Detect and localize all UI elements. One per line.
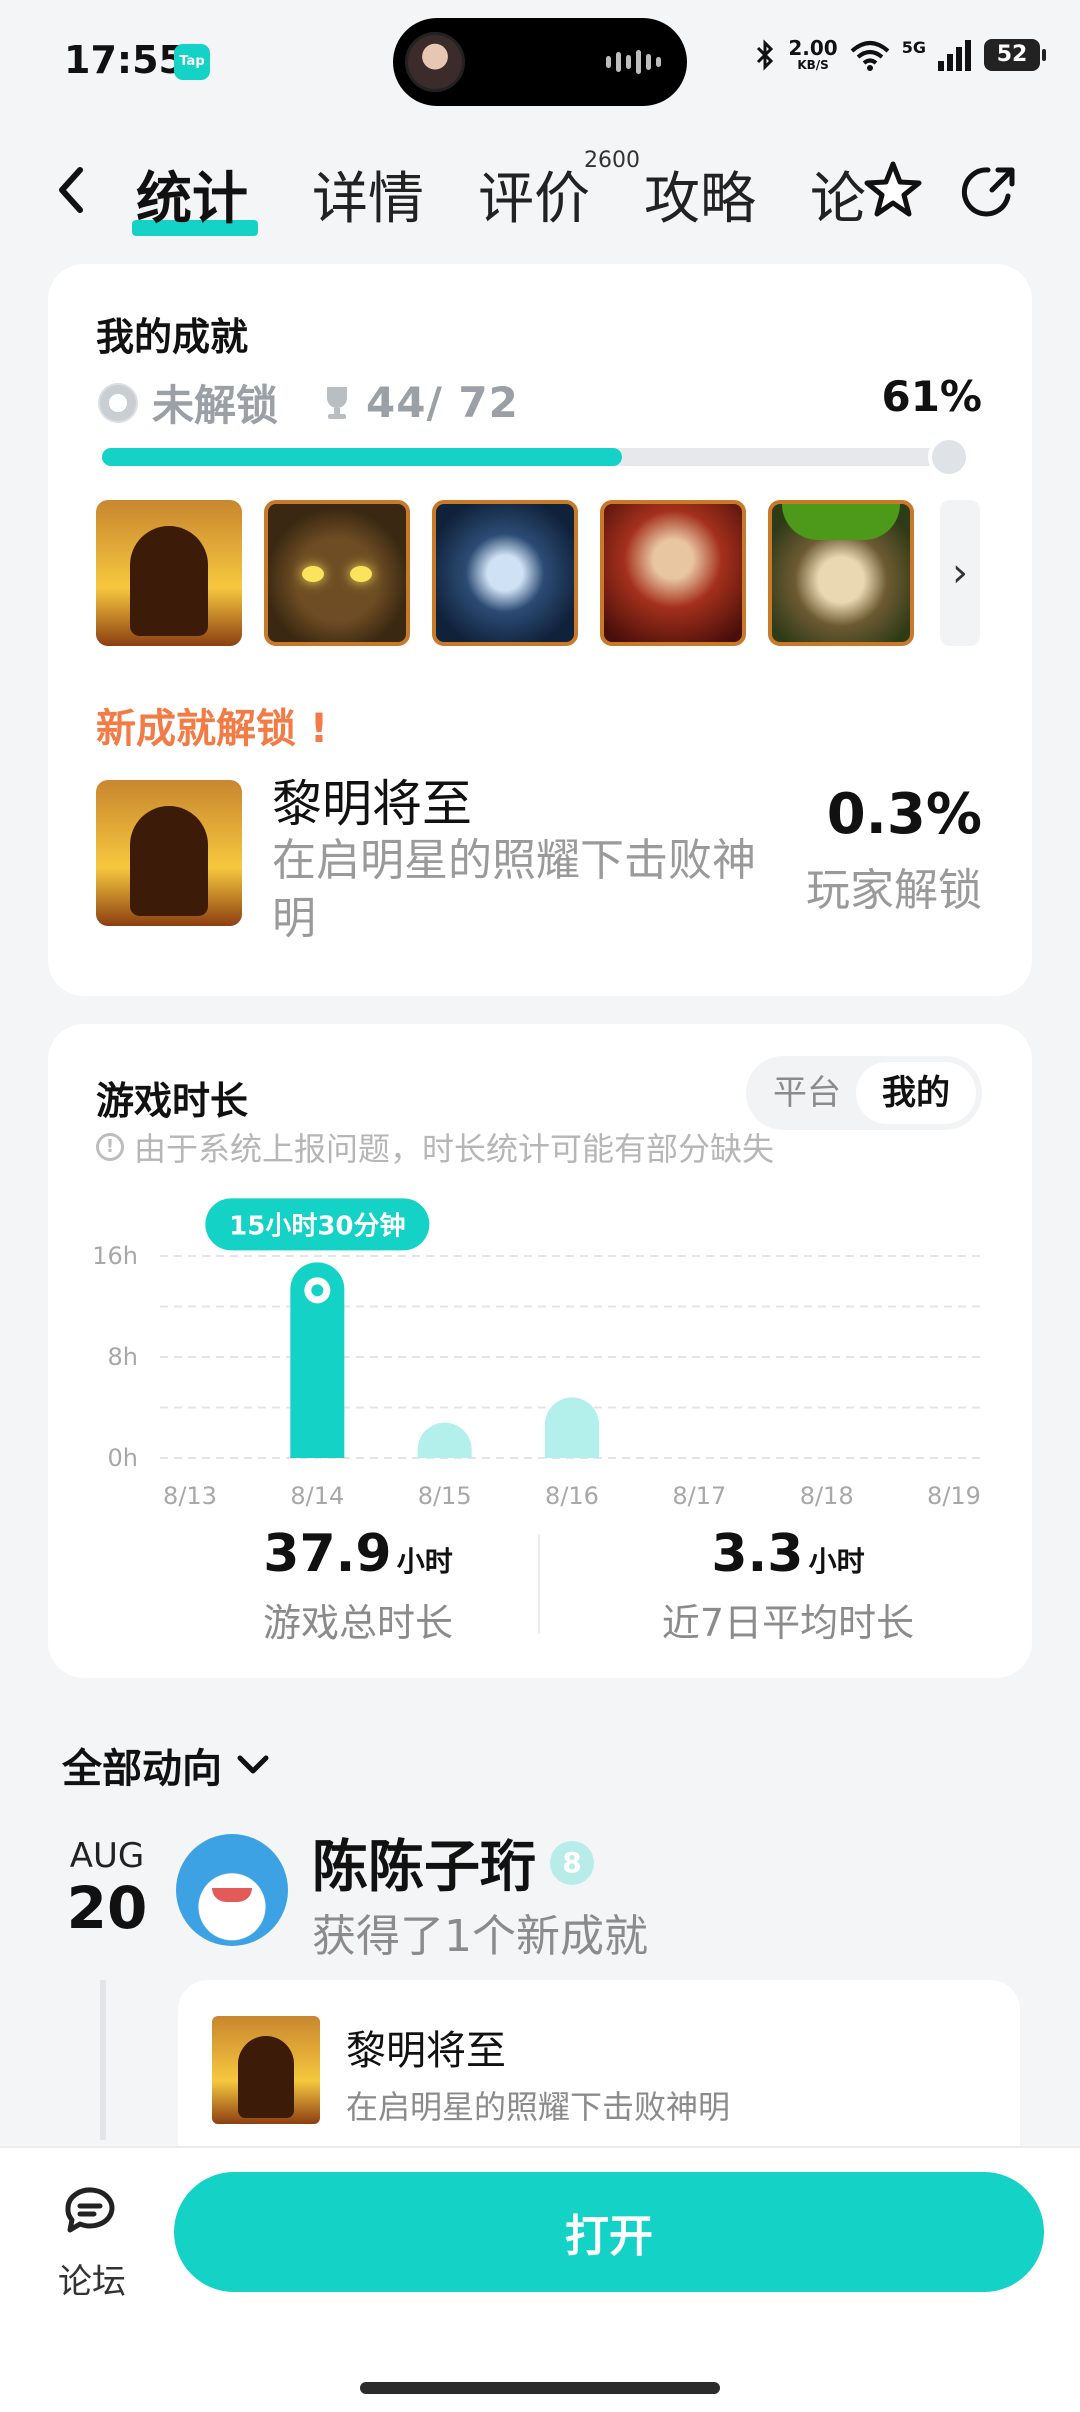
activity-filter-label: 全部动向: [62, 1746, 222, 1792]
avg-unit: 小时: [808, 1545, 865, 1578]
x-tick-label: 8/14: [290, 1482, 344, 1510]
avg-value: 3.3: [711, 1524, 804, 1584]
progress-end-marker: [928, 436, 970, 478]
tap-app-icon: Tap: [174, 44, 210, 80]
top-navigation: 统计 详情 评价 2600 攻略 论: [0, 130, 1080, 260]
signal-icon: [938, 40, 971, 71]
audio-wave-icon: [606, 50, 661, 74]
media-avatar: [405, 32, 465, 92]
unlock-rate-label: 玩家解锁: [806, 865, 982, 916]
tab-forum[interactable]: 论: [810, 154, 866, 235]
status-bar: 17:55 Tap 2.00 KB/S 5G 52: [0, 0, 1080, 120]
achievement-progress-bar: [102, 436, 970, 478]
achievement-status: 未解锁 44/ 72: [98, 372, 519, 433]
wifi-icon: [850, 41, 890, 71]
total-playtime: 37.9 小时 游戏总时长: [158, 1524, 558, 1647]
new-achievement-heading: 新成就解锁 !: [96, 706, 329, 752]
feed-achievement-name: 黎明将至: [346, 2028, 506, 2074]
review-count: 2600: [584, 148, 640, 173]
status-icons: 2.00 KB/S 5G 52: [754, 36, 1046, 72]
total-label: 游戏总时长: [262, 1601, 453, 1645]
total-value: 37.9: [263, 1524, 392, 1584]
playtime-source-toggle[interactable]: 平台 我的: [746, 1056, 982, 1130]
activity-filter[interactable]: 全部动向: [62, 1736, 270, 1794]
favorite-star-icon[interactable]: [860, 158, 926, 224]
x-tick-label: 8/17: [672, 1482, 726, 1510]
feed-date: AUG 20: [62, 1836, 152, 1940]
monkey-badge[interactable]: [768, 500, 914, 646]
avg-label: 近7日平均时长: [661, 1601, 915, 1645]
locked-achievement-icon: [98, 382, 138, 423]
level-badge: 8: [550, 1840, 594, 1885]
toggle-mine[interactable]: 我的: [856, 1062, 976, 1124]
dynamic-island[interactable]: [393, 18, 687, 106]
chevron-down-icon: [237, 1755, 269, 1774]
status-time: 17:55: [64, 38, 185, 82]
feed-action-text: 获得了1个新成就: [312, 1911, 648, 1962]
timeline-line: [100, 1980, 106, 2140]
x-tick-label: 8/19: [927, 1482, 981, 1510]
feed-username-row[interactable]: 陈陈子珩 8: [312, 1822, 594, 1903]
total-unit: 小时: [396, 1545, 453, 1578]
playtime-chart: 16h 8h 0h 8/13 15小时30分钟 8/14 8/15 8/16 8/17 8/18 8…: [92, 1198, 984, 1510]
toggle-platform[interactable]: 平台: [752, 1062, 862, 1124]
tab-stats[interactable]: 统计: [136, 154, 248, 235]
feed-month: AUG: [69, 1836, 145, 1876]
forum-label: 论坛: [58, 2262, 126, 2302]
x-tick-label: 8/13: [163, 1482, 217, 1510]
x-tick-label: 8/18: [800, 1482, 854, 1510]
achievement-progress-fill: [102, 448, 622, 466]
chevron-right-icon[interactable]: ›: [940, 500, 980, 646]
x-tick-label: 8/16: [545, 1482, 599, 1510]
battery-indicator: 52: [984, 39, 1046, 71]
bluetooth-icon: [757, 39, 774, 71]
bar: [417, 1422, 472, 1458]
achievement-badges: [96, 500, 914, 646]
forum-button[interactable]: 论坛: [52, 2184, 132, 2303]
share-icon[interactable]: [958, 160, 1022, 224]
golem-badge[interactable]: [264, 500, 410, 646]
bottom-action-bar: 论坛 打开: [0, 2146, 1080, 2412]
trophy-icon: [327, 386, 348, 419]
avatar[interactable]: [176, 1834, 288, 1946]
back-icon[interactable]: [50, 160, 110, 230]
home-indicator[interactable]: [360, 2382, 720, 2394]
armor-badge[interactable]: [432, 500, 578, 646]
achievements-title: 我的成就: [96, 315, 249, 359]
unlock-rate: 0.3%: [826, 782, 982, 847]
tab-details[interactable]: 详情: [312, 154, 424, 235]
feed-day: 20: [66, 1874, 148, 1942]
y-tick-label: 0h: [108, 1444, 138, 1472]
forum-chat-icon: [65, 2187, 115, 2233]
open-game-button[interactable]: 打开: [174, 2172, 1044, 2292]
feed-username: 陈陈子珩: [312, 1835, 536, 1900]
playtime-title: 游戏时长: [96, 1079, 249, 1123]
stat-divider: [538, 1534, 540, 1634]
locked-label: 未解锁: [152, 381, 279, 430]
tooltip-label: 15小时30分钟: [229, 1210, 405, 1241]
x-tick-label: 8/15: [418, 1482, 472, 1510]
network-speed: 2.00 KB/S: [788, 36, 838, 72]
achievement-percent: 61%: [881, 372, 982, 421]
staff-badge[interactable]: [600, 500, 746, 646]
y-tick-label: 16h: [92, 1242, 138, 1270]
new-achievement-name: 黎明将至: [272, 775, 472, 833]
network-type: 5G: [901, 38, 926, 57]
average-playtime: 3.3 小时 近7日平均时长: [588, 1524, 988, 1647]
new-achievement-image: [96, 780, 242, 926]
new-achievement-description: 在启明星的照耀下击败神明: [272, 835, 756, 944]
feed-achievement-description: 在启明星的照耀下击败神明: [346, 2088, 731, 2126]
achievements-card[interactable]: 我的成就 未解锁 44/ 72 61% › 新成就解锁 ! 黎明将至 在启明星的…: [48, 264, 1032, 996]
tab-reviews[interactable]: 评价: [478, 154, 590, 235]
tab-guides[interactable]: 攻略: [644, 154, 756, 235]
playtime-card: 游戏时长 平台 我的 ! 由于系统上报问题，时长统计可能有部分缺失 16h 8h 0…: [48, 1024, 1032, 1678]
achievement-count: 44/ 72: [366, 378, 519, 427]
y-tick-label: 8h: [108, 1343, 138, 1371]
bar: [545, 1397, 599, 1458]
feed-achievement-image: [212, 2016, 320, 2124]
bar-marker-dot: [311, 1284, 324, 1297]
dawn-badge[interactable]: [96, 500, 242, 646]
info-icon: !: [96, 1133, 124, 1161]
